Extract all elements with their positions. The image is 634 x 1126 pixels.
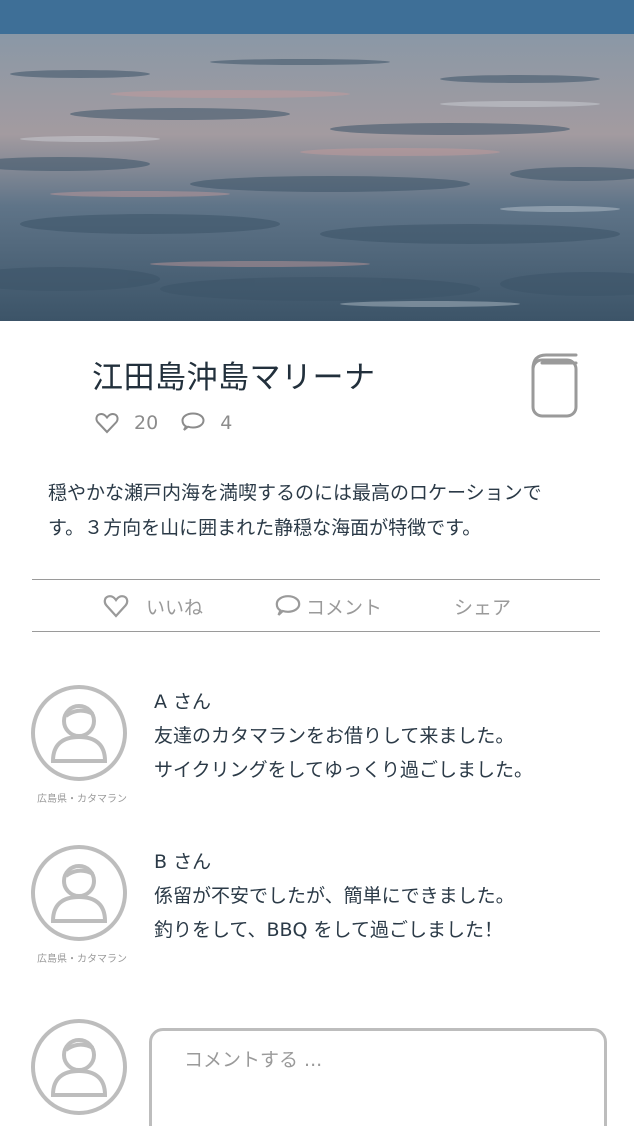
description-line: す。３方向を山に囲まれた静穏な海面が特徴です。 (48, 517, 482, 539)
hero-image (0, 34, 634, 321)
reviewer-caption: 広島県・カタマラン (37, 794, 127, 805)
bookmark-icon[interactable] (530, 351, 580, 419)
top-bar (0, 0, 634, 34)
review-line: 係留が不安でしたが、簡単にできました。 (154, 885, 515, 907)
review-line: サイクリングをしてゆっくり過ごしました。 (154, 759, 534, 781)
comment-label: コメント (306, 596, 383, 619)
review-line: 友達のカタマランをお借りして来ました。 (154, 725, 515, 747)
review-author: A さん (154, 691, 212, 713)
divider (32, 631, 600, 632)
like-count: 20 (134, 412, 159, 434)
spot-description: 穏やかな瀬戸内海を満喫するのには最高のロケーションで す。３方向を山に囲まれた静… (48, 476, 588, 546)
review-text: B さん 係留が不安でしたが、簡単にできました。 釣りをして、BBQ をして過ご… (154, 845, 515, 947)
like-label: いいね (146, 596, 204, 619)
action-bar: いいね コメント シェア (32, 582, 600, 630)
comment-button[interactable]: コメント (274, 582, 382, 630)
heart-icon (94, 410, 120, 436)
comment-input[interactable] (184, 1045, 584, 1075)
heart-icon (102, 592, 130, 620)
comment-count: 4 (220, 412, 233, 434)
speech-bubble-icon (180, 410, 206, 436)
user-avatar-icon (30, 844, 128, 942)
review-author: B さん (154, 851, 212, 873)
review-text: A さん 友達のカタマランをお借りして来ました。 サイクリングをしてゆっくり過ご… (154, 685, 533, 787)
share-button[interactable]: シェア (454, 582, 511, 630)
like-button[interactable]: いいね (102, 582, 203, 630)
reviewer-caption: 広島県・カタマラン (37, 954, 127, 965)
spot-stats: 20 4 (94, 408, 232, 438)
divider (32, 579, 600, 580)
user-avatar-icon (30, 1018, 128, 1116)
comment-compose-box[interactable] (149, 1028, 607, 1126)
description-line: 穏やかな瀬戸内海を満喫するのには最高のロケーションで (48, 482, 542, 504)
spot-title: 江田島沖島マリーナ (92, 360, 376, 396)
review-line: 釣りをして、BBQ をして過ごしました！ (154, 919, 503, 941)
user-avatar-icon (30, 684, 128, 782)
speech-bubble-icon (274, 592, 302, 620)
share-label: シェア (454, 596, 512, 619)
